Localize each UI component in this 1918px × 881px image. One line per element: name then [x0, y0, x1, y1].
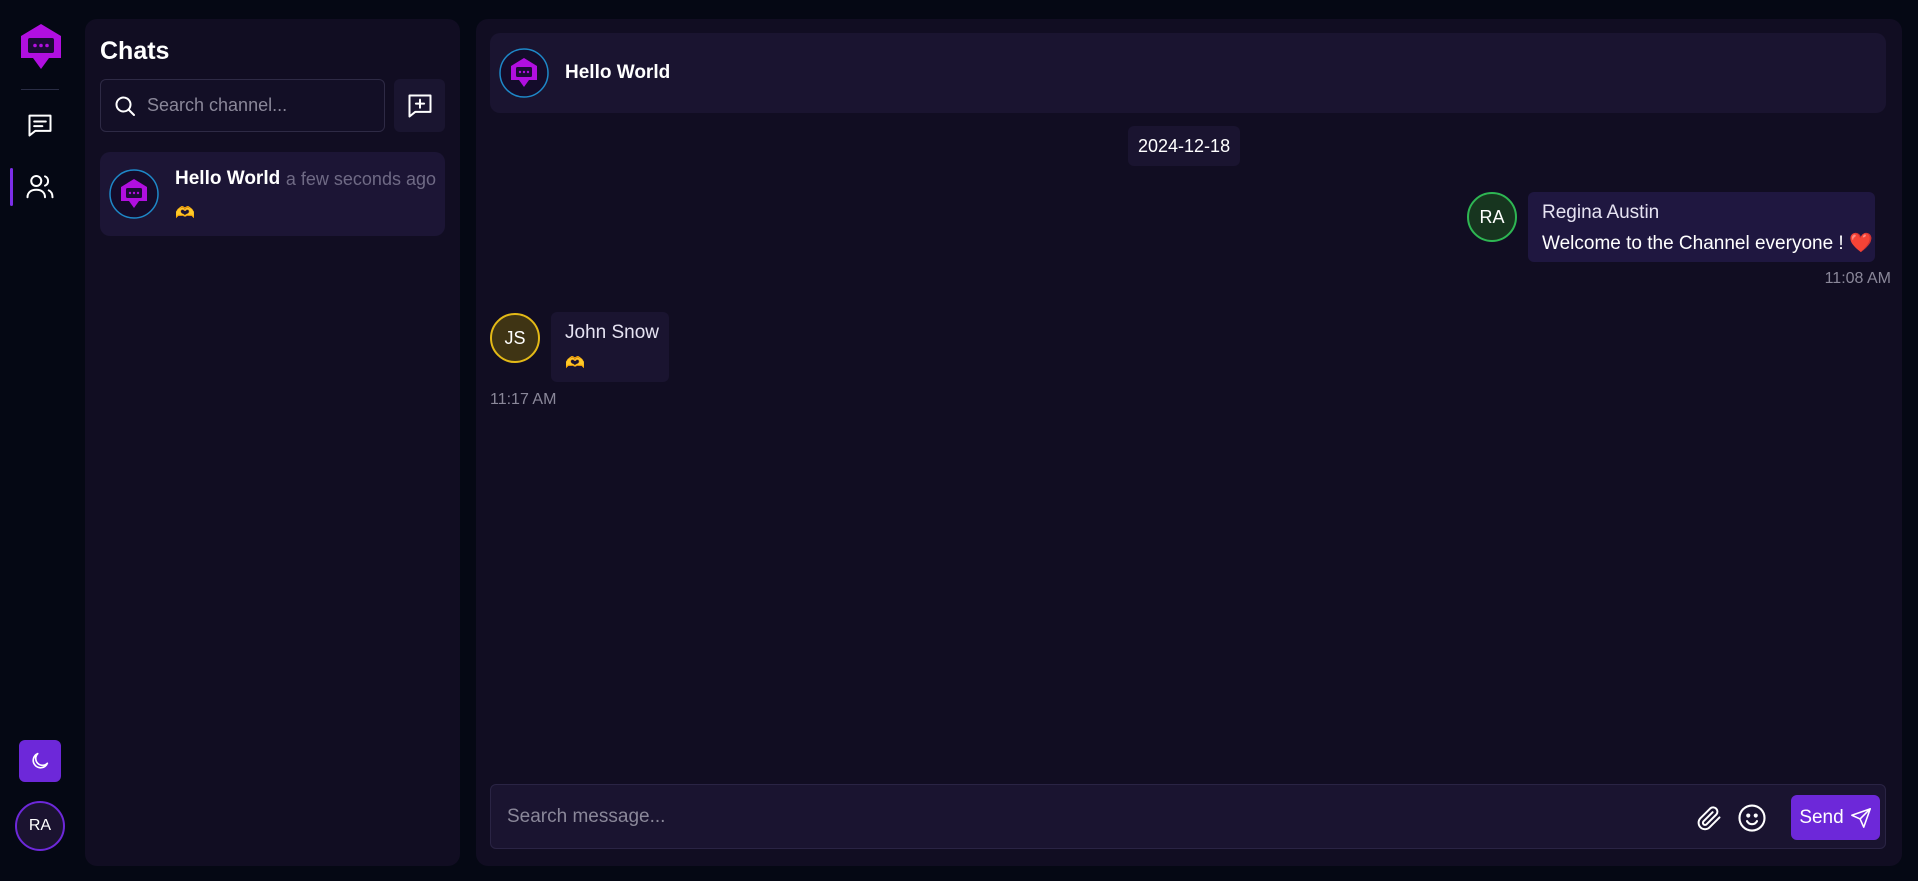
channel-time: a few seconds ago	[285, 169, 436, 189]
message-avatar[interactable]: RA	[1467, 192, 1517, 242]
theme-toggle-button[interactable]	[19, 740, 61, 782]
search-icon	[115, 96, 135, 116]
emoji-icon[interactable]	[1737, 803, 1767, 833]
channel-avatar-icon	[109, 169, 159, 219]
rail-divider	[21, 89, 59, 90]
channel-search-input[interactable]	[147, 95, 377, 116]
message-text: 🫶	[565, 355, 585, 372]
left-rail: RA	[0, 0, 80, 881]
message-composer: Send	[490, 784, 1886, 849]
message-bubble[interactable]: Regina Austin Welcome to the Channel eve…	[1528, 192, 1875, 262]
send-button-label: Send	[1799, 806, 1844, 828]
new-chat-icon	[408, 94, 431, 117]
message-input[interactable]	[507, 801, 1657, 833]
users-icon	[26, 175, 54, 199]
channel-name: Hello World	[175, 168, 281, 189]
chat-header: Hello World	[490, 33, 1886, 113]
channel-list-item[interactable]: Hello World a few seconds ago 🫶	[100, 152, 445, 236]
moon-icon	[32, 752, 49, 769]
message-text: Welcome to the Channel everyone ! ❤️	[1542, 233, 1873, 254]
chat-header-title: Hello World	[565, 62, 671, 83]
channel-last-message: 🫶	[175, 205, 195, 222]
message-avatar[interactable]: JS	[490, 313, 540, 363]
user-avatar[interactable]: RA	[15, 801, 65, 851]
channel-avatar-icon	[499, 48, 549, 98]
message-time: 11:08 AM	[1824, 270, 1891, 287]
chats-title: Chats	[100, 37, 170, 65]
channel-search-box[interactable]	[100, 79, 385, 132]
active-nav-indicator	[10, 168, 13, 206]
date-separator: 2024-12-18	[1128, 126, 1241, 166]
chat-main: Hello World 2024-12-18 RA Regina Austin …	[476, 19, 1902, 866]
message-sender: Regina Austin	[1542, 202, 1660, 223]
paperclip-icon[interactable]	[1695, 804, 1723, 832]
message-sender: John Snow	[565, 322, 660, 343]
message-time: 11:17 AM	[490, 391, 557, 408]
send-icon	[1850, 807, 1871, 828]
chats-panel: Chats Hello World a few seconds ago 🫶	[85, 19, 460, 866]
message-bubble[interactable]: John Snow 🫶	[551, 312, 669, 382]
app-logo-icon[interactable]	[19, 22, 63, 72]
send-button[interactable]: Send	[1791, 795, 1880, 840]
nav-chats-button[interactable]	[20, 105, 60, 145]
new-chat-button[interactable]	[394, 79, 445, 132]
nav-users-button[interactable]	[20, 166, 60, 206]
chat-list-icon	[28, 114, 52, 137]
